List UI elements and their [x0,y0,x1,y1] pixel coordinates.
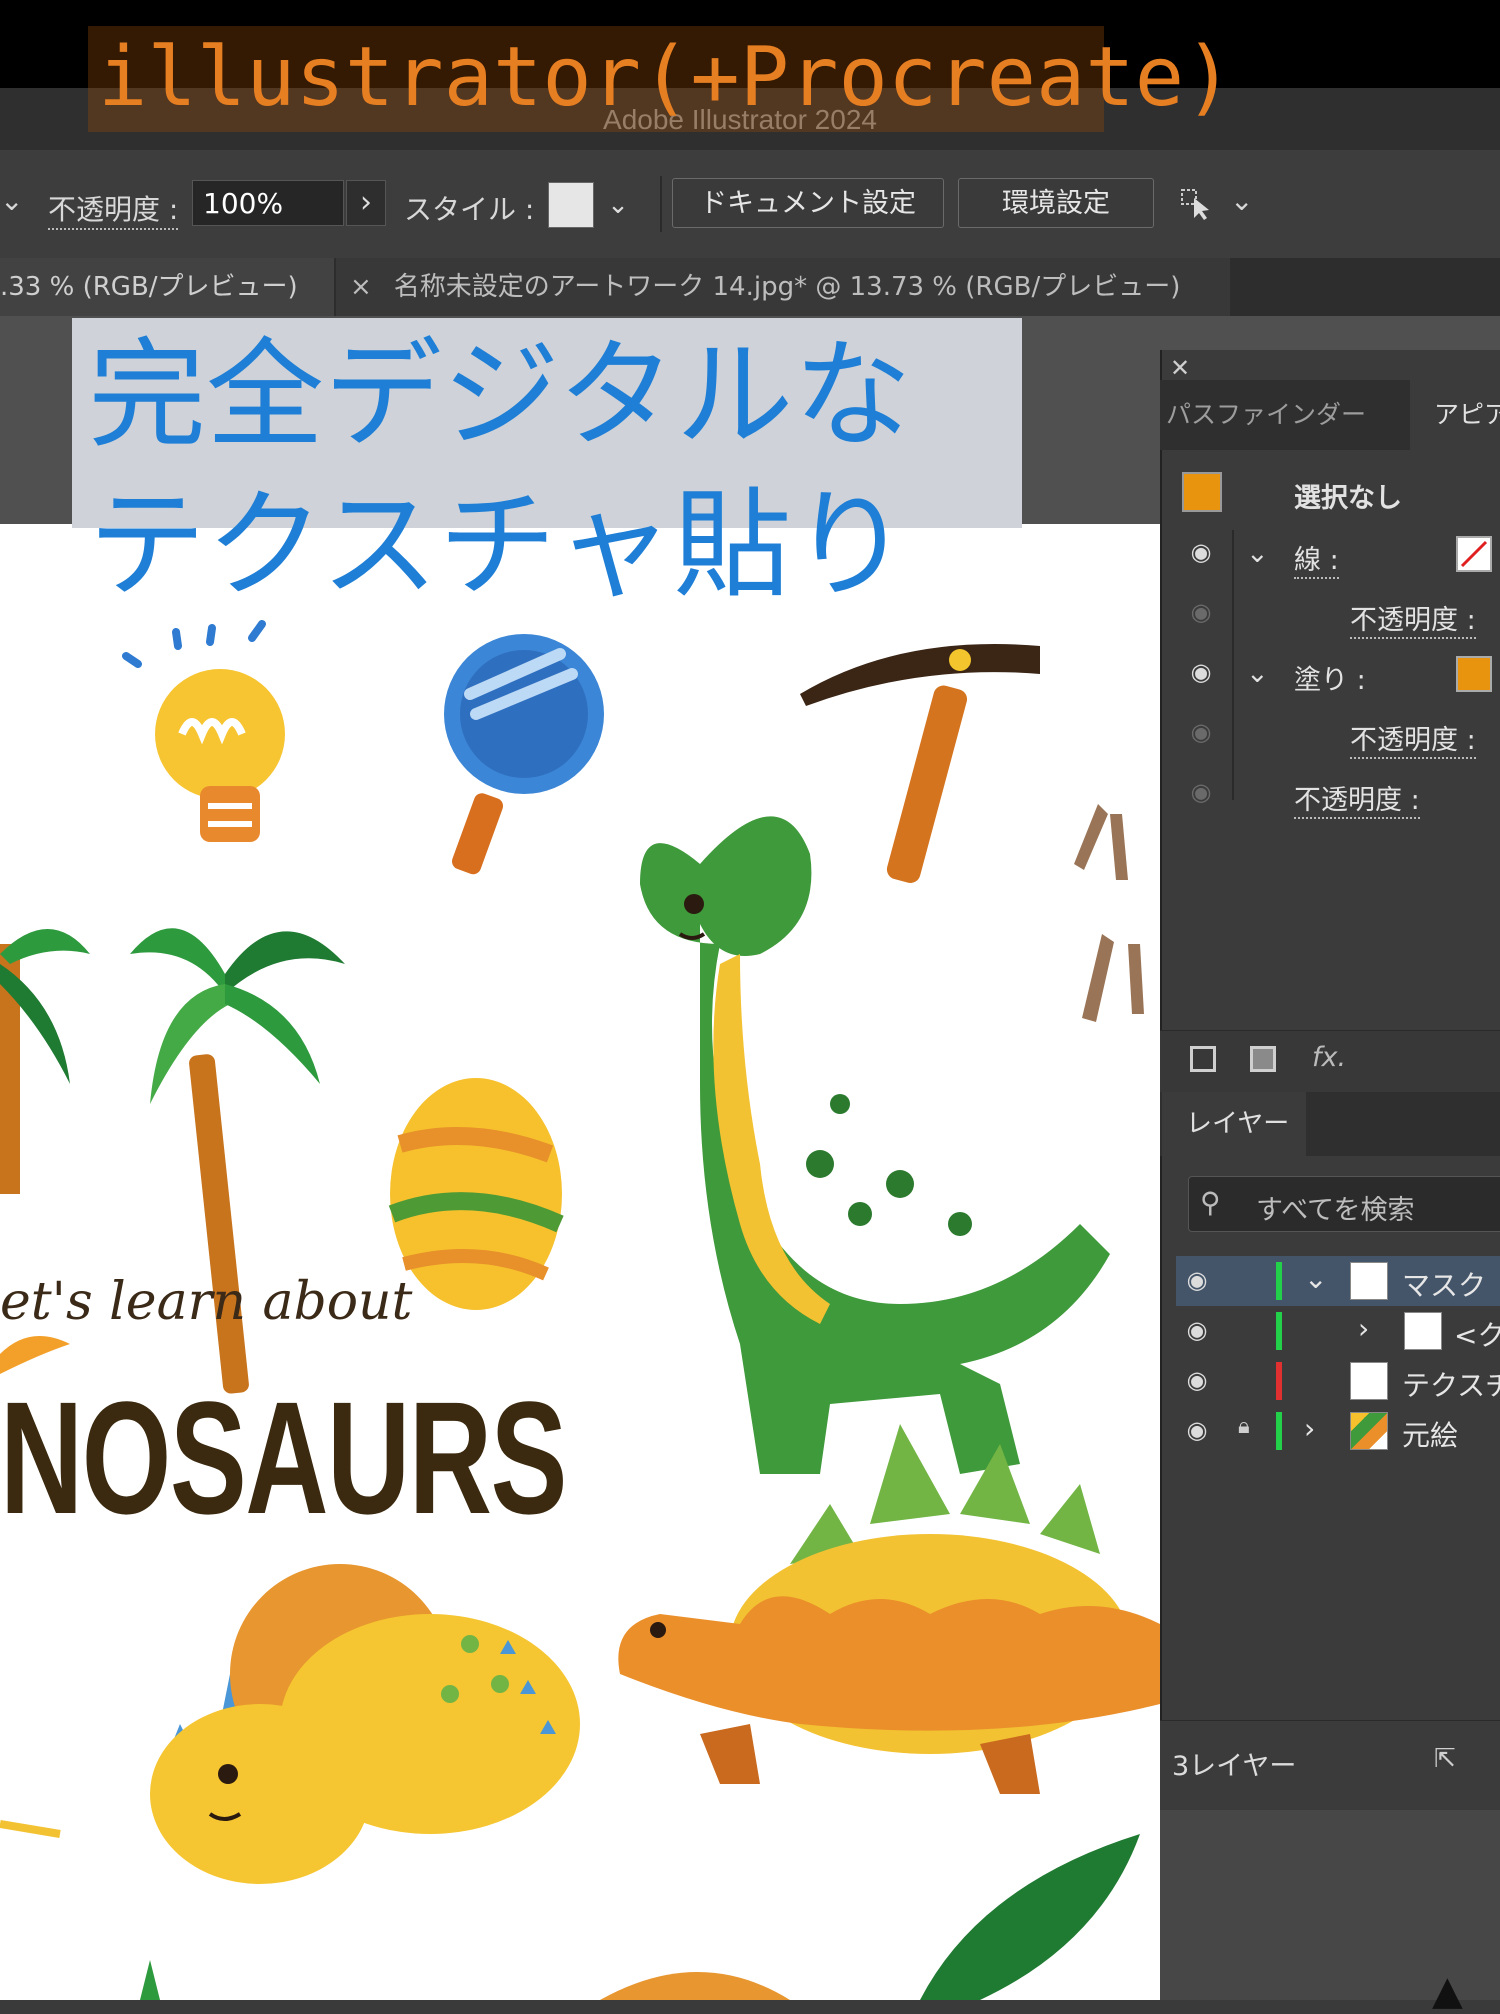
search-icon: ⚲ [1200,1186,1221,1219]
separator [660,176,662,232]
eye-icon[interactable]: ◉ [1186,538,1216,566]
eye-icon[interactable]: ◉ [1186,718,1216,746]
stroke-opacity-label: 不透明度 : [1350,598,1476,639]
magnifier-illustration [444,634,604,875]
layer-thumbnail [1350,1412,1388,1450]
artwork-subtitle: et's learn about [0,1272,413,1332]
divider [1232,530,1234,800]
close-icon[interactable]: × [350,272,372,302]
tab-document-2[interactable]: × 名称未設定のアートワーク 14.jpg* @ 13.73 % (RGB/プレビ… [336,258,1230,316]
selection-swatch [1182,472,1222,512]
mouse-cursor-icon: ▲ [1432,1968,1463,2014]
style-dropdown-icon[interactable]: ⌄ [598,182,638,228]
layer-name[interactable]: マスク [1402,1264,1486,1304]
layer-color-bar [1276,1362,1282,1400]
opacity-input[interactable]: 100% [192,180,344,226]
tab-document-1[interactable]: .33 % (RGB/プレビュー) [0,258,334,316]
layer-color-bar [1276,1412,1282,1450]
tab-appearance[interactable]: アピア [1410,380,1500,450]
export-icon[interactable]: ⇱ [1434,1744,1456,1774]
fx-icon[interactable]: fx. [1312,1042,1346,1073]
stegosaurus-illustration [618,1424,1160,1794]
fill-opacity-label: 不透明度 : [1350,718,1476,759]
eye-icon[interactable]: ◉ [1182,1266,1212,1294]
artwork-title: NOSAURS [0,1368,567,1547]
object-opacity-label: 不透明度 : [1294,778,1420,819]
chevron-down-icon[interactable]: ⌄ [1246,538,1269,569]
lock-icon[interactable]: 🔒︎ [1238,1414,1250,1439]
chevron-down-icon[interactable]: ⌄ [1246,658,1269,689]
egg-illustration [388,1078,564,1310]
arrange-dropdown-icon[interactable]: ⌄ [1230,184,1253,217]
pickaxe-illustration [800,644,1040,884]
eye-icon[interactable]: ◉ [1186,598,1216,626]
tab-layers[interactable]: レイヤー [1162,1092,1306,1156]
tab-pathfinder[interactable]: パスファインダー [1166,380,1366,450]
eye-icon[interactable]: ◉ [1182,1366,1212,1394]
layer-thumbnail [1350,1262,1388,1300]
layer-name[interactable]: <ク [1454,1314,1500,1354]
document-settings-button[interactable]: ドキュメント設定 [672,178,944,228]
eye-icon[interactable]: ◉ [1186,778,1216,806]
chevron-right-icon[interactable]: › [1358,1312,1369,1345]
layer-color-bar [1276,1312,1282,1350]
layer-thumbnail [1404,1312,1442,1350]
opacity-label: 不透明度 : [48,188,179,230]
layer-name[interactable]: 元絵 [1402,1414,1458,1454]
search-placeholder: すべてを検索 [1256,1195,1415,1226]
layer-count: 3レイヤー [1172,1751,1297,1782]
overlay-title: illustrator(+Procreate) [88,26,1233,132]
caption-line-1: 完全デジタルな [88,326,912,464]
layer-thumbnail [1350,1362,1388,1400]
add-stroke-icon[interactable] [1190,1046,1216,1072]
triceratops-illustration [150,1564,580,1884]
style-label: スタイル : [404,193,535,226]
opacity-arrow-button[interactable]: › [346,180,386,226]
style-swatch[interactable] [548,182,594,228]
chevron-right-icon[interactable]: › [1304,1412,1315,1445]
close-icon[interactable]: ✕ [1170,354,1190,382]
fill-swatch[interactable] [1456,656,1492,692]
chevron-down-icon[interactable]: ⌄ [1304,1262,1327,1295]
eye-icon[interactable]: ◉ [1182,1316,1212,1344]
lightbulb-illustration [122,620,285,842]
caption-line-2: テクスチャ貼り [88,476,910,614]
dinosaur-artwork [0,620,1160,2000]
preferences-button[interactable]: 環境設定 [958,178,1154,228]
layer-name[interactable]: テクスチ [1402,1364,1500,1404]
stroke-label: 線 : [1294,538,1339,579]
selection-status: 選択なし [1294,483,1402,514]
stroke-swatch[interactable] [1456,536,1492,572]
arrange-icon[interactable] [1178,184,1218,224]
fragment-line [0,1820,61,1838]
brachiosaurus-illustration [640,816,1110,1474]
tab-label: 名称未設定のアートワーク 14.jpg* @ 13.73 % (RGB/プレビュ… [393,272,1181,302]
footprint-illustration [1074,804,1144,1022]
no-stroke-icon [1460,540,1488,568]
add-fill-icon[interactable] [1250,1046,1276,1072]
chevron-down-icon[interactable]: ⌄ [0,184,23,217]
eye-icon[interactable]: ◉ [1182,1416,1212,1444]
eye-icon[interactable]: ◉ [1186,658,1216,686]
fill-label: 塗り : [1294,665,1366,696]
caption-text: 完全デジタルな テクスチャ貼り [88,320,1048,620]
layer-color-bar [1276,1262,1282,1300]
palm-tree-illustration [0,929,90,1194]
